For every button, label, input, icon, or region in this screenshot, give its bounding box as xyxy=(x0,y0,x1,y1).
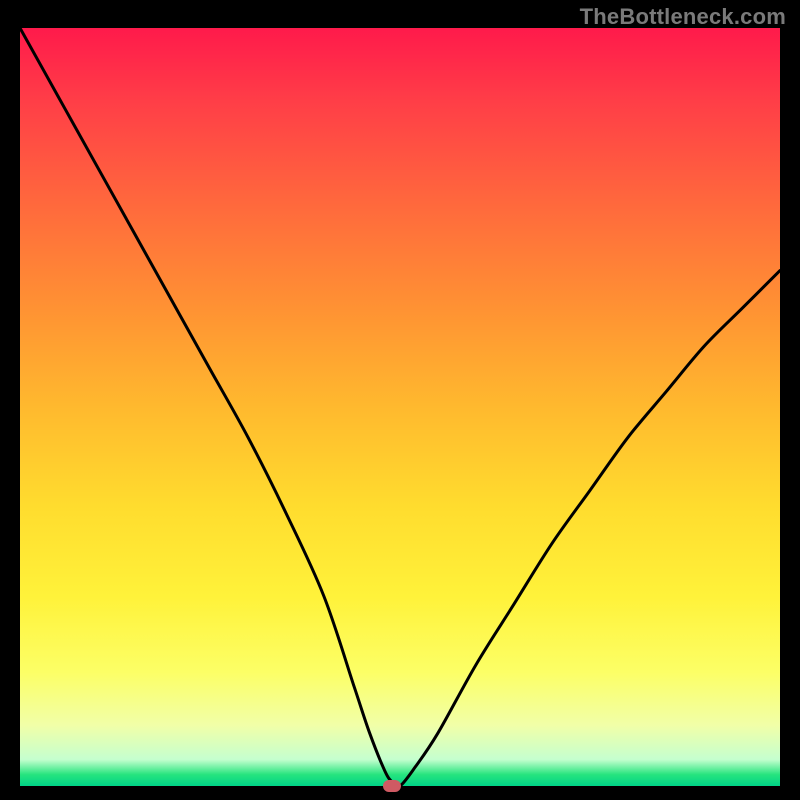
plot-area xyxy=(20,28,780,786)
chart-frame: TheBottleneck.com xyxy=(0,0,800,800)
minimum-marker xyxy=(383,780,401,792)
bottleneck-curve xyxy=(20,28,780,786)
watermark-text: TheBottleneck.com xyxy=(580,4,786,30)
